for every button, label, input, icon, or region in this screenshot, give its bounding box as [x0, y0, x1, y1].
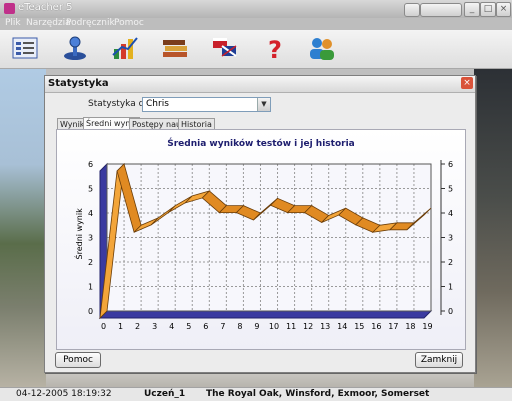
- y-tick-label-left: 1: [88, 283, 93, 292]
- x-tick-label: 8: [237, 322, 242, 331]
- theme-icon[interactable]: [404, 3, 420, 17]
- y-tick-label-right: 1: [448, 283, 453, 292]
- x-tick-label: 17: [388, 322, 398, 331]
- y-tick-label-left: 3: [88, 234, 93, 243]
- y-tick-label-left: 6: [88, 160, 93, 169]
- layout-switch-icon[interactable]: [420, 3, 462, 17]
- y-tick-label-right: 4: [448, 209, 453, 218]
- dialog-titlebar: Statystyka ×: [45, 76, 475, 93]
- users-icon[interactable]: [307, 33, 337, 63]
- y-tick-label-left: 0: [88, 307, 93, 316]
- app-icon: [4, 3, 15, 14]
- x-tick-label: 6: [203, 322, 208, 331]
- y-tick-label-left: 2: [88, 258, 93, 267]
- y-axis-label: Średni wynik: [73, 208, 84, 260]
- y-tick-label-left: 4: [88, 209, 93, 218]
- average-score-chart: 0 01 12 23 34 45 56 60 1 2 3 4 5 6 7 8 9 10 11 12 13 14 15 16 17…: [73, 160, 453, 331]
- status-lesson: Uczeń_1: [144, 389, 186, 399]
- window-title: eTeacher 5: [18, 2, 73, 13]
- flags-icon[interactable]: [210, 33, 240, 63]
- x-tick-label: 13: [320, 322, 330, 331]
- menu-tools[interactable]: Narzędzia: [26, 18, 71, 28]
- x-tick-label: 12: [303, 322, 313, 331]
- chevron-down-icon[interactable]: ▼: [257, 98, 270, 111]
- background-image-left: [0, 69, 46, 387]
- status-location: The Royal Oak, Winsford, Exmoor, Somerse…: [206, 389, 430, 399]
- user-select[interactable]: Chris ▼: [142, 97, 271, 112]
- close-button[interactable]: ×: [496, 2, 511, 17]
- maximize-button[interactable]: □: [480, 2, 496, 17]
- help-button[interactable]: Pomoc: [55, 352, 101, 368]
- x-tick-label: 10: [269, 322, 279, 331]
- menubar: Plik Narzędzia Podręcznik Pomoc: [0, 18, 512, 30]
- x-tick-label: 0: [101, 322, 106, 331]
- x-tick-label: 5: [186, 322, 191, 331]
- user-select-value: Chris: [146, 99, 169, 109]
- toolbar: ?: [0, 30, 512, 69]
- chart-floor: [98, 310, 433, 319]
- chart-icon[interactable]: [110, 33, 140, 63]
- x-tick-label: 3: [152, 322, 157, 331]
- status-datetime: 04-12-2005 18:19:32: [16, 389, 112, 399]
- svg-text:?: ?: [268, 36, 282, 63]
- x-tick-label: 15: [354, 322, 364, 331]
- menu-manual[interactable]: Podręcznik: [66, 18, 115, 28]
- statistics-dialog: Statystyka × Statystyka dla: Chris ▼ Wyn…: [44, 75, 476, 373]
- books-icon[interactable]: [160, 33, 190, 63]
- x-tick-label: 16: [371, 322, 381, 331]
- y-tick-label-right: 0: [448, 307, 453, 316]
- x-tick-label: 7: [220, 322, 225, 331]
- window-titlebar: eTeacher 5 _ □ ×: [0, 0, 512, 19]
- background-image-bottom: [46, 372, 474, 387]
- x-tick-label: 4: [169, 322, 174, 331]
- dialog-close-icon[interactable]: ×: [461, 77, 473, 89]
- background-image-right: [474, 69, 512, 387]
- minimize-button[interactable]: _: [464, 2, 480, 17]
- x-tick-label: 19: [422, 322, 432, 331]
- x-tick-label: 14: [337, 322, 347, 331]
- chart-panel: Średnia wyników testów i jej historia 00…: [56, 129, 466, 350]
- x-tick-label: 2: [135, 322, 140, 331]
- y-tick-label-right: 3: [448, 234, 453, 243]
- help-icon[interactable]: ?: [260, 33, 290, 64]
- x-tick-label: 11: [286, 322, 296, 331]
- close-dialog-button[interactable]: Zamknij: [415, 352, 463, 368]
- x-tick-label: 1: [118, 322, 123, 331]
- notes-icon[interactable]: [10, 33, 40, 63]
- x-tick-label: 9: [254, 322, 259, 331]
- y-tick-label-left: 5: [88, 185, 93, 194]
- y-tick-label-right: 6: [448, 160, 453, 169]
- statusbar: 04-12-2005 18:19:32 Uczeń_1 The Royal Oa…: [0, 387, 512, 401]
- menu-help[interactable]: Pomoc: [114, 18, 144, 28]
- y-tick-label-right: 2: [448, 258, 453, 267]
- joystick-icon[interactable]: [60, 33, 90, 63]
- x-tick-label: 18: [405, 322, 415, 331]
- y-tick-label-right: 5: [448, 185, 453, 194]
- dialog-title: Statystyka: [48, 78, 109, 89]
- menu-file[interactable]: Plik: [5, 18, 21, 28]
